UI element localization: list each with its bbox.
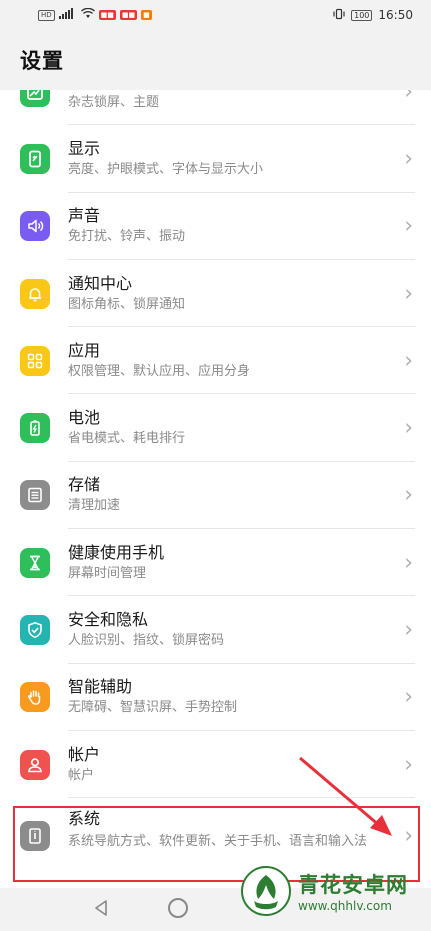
wifi-icon [80,7,95,22]
item-subtitle: 杂志锁屏、主题 [68,94,160,110]
settings-item-digital-balance[interactable]: 健康使用手机 屏幕时间管理 › [0,529,431,597]
item-subtitle: 人脸识别、指纹、锁屏密码 [68,633,225,649]
item-title: 系统 [68,809,101,829]
item-text: 安全和隐私 人脸识别、指纹、锁屏密码 [68,609,224,651]
chevron-right-icon: › [404,213,413,239]
item-title: 应用 [68,340,101,360]
watermark-text: 青花安卓网 www.qhhlv.com [298,869,408,913]
status-bar: HD ■■ ■■ ■ 100 16:50 [0,0,431,30]
wallpaper-icon [20,90,50,107]
page-title: 设置 [20,49,64,73]
display-icon [20,143,50,174]
item-text: 健康使用手机 屏幕时间管理 [68,542,164,584]
item-title: 声音 [68,206,101,226]
item-title: 通知中心 [68,273,133,293]
app-notification-icon-3: ■ [141,10,152,20]
chevron-right-icon: › [404,90,413,105]
account-icon [20,749,50,780]
chevron-right-icon: › [404,550,413,576]
watermark-logo-icon [241,865,291,916]
settings-list: 杂志锁屏、主题 › 显示 亮度、护眼模式、字体与显示大小 › 声音 免打扰、铃声… [0,90,431,888]
settings-item-sound[interactable]: 声音 免打扰、铃声、振动 › [0,193,431,260]
signal-icon [58,8,77,22]
home-icon[interactable] [168,898,188,918]
status-left: HD ■■ ■■ ■ [38,7,152,22]
item-title: 存储 [68,475,101,495]
item-text: 应用 权限管理、默认应用、应用分身 [68,340,250,382]
item-text: 存储 清理加速 [68,474,120,516]
settings-item-accessibility[interactable]: 智能辅助 无障碍、智慧识屏、手势控制 › [0,664,431,731]
hourglass-icon [20,547,50,578]
item-subtitle: 亮度、护眼模式、字体与显示大小 [68,161,264,177]
vibrate-icon [333,8,345,23]
settings-item-notification[interactable]: 通知中心 图标角标、锁屏通知 › [0,260,431,328]
item-title: 健康使用手机 [68,542,165,562]
hand-icon [20,682,50,713]
item-text: 智能辅助 无障碍、智慧识屏、手势控制 [68,676,237,718]
item-subtitle: 帐户 [68,767,95,783]
item-text: 显示 亮度、护眼模式、字体与显示大小 [68,138,263,180]
watermark-url: www.qhhlv.com [298,898,392,913]
settings-item-wallpaper[interactable]: 杂志锁屏、主题 › [0,90,431,126]
system-icon [20,821,50,852]
hd-badge: HD [38,9,55,21]
chevron-right-icon: › [404,482,413,508]
battery-icon [20,413,50,444]
item-title: 显示 [68,138,101,158]
item-text: 通知中心 图标角标、锁屏通知 [68,273,185,315]
item-text: 电池 省电模式、耗电排行 [68,407,185,449]
chevron-right-icon: › [404,348,413,374]
item-text: 帐户 帐户 [68,744,100,786]
chevron-right-icon: › [404,823,413,849]
app-notification-icon: ■■ [98,10,116,20]
settings-item-display[interactable]: 显示 亮度、护眼模式、字体与显示大小 › [0,125,431,193]
header: 设置 [0,30,431,90]
status-right: 100 16:50 [333,8,413,23]
back-icon[interactable] [92,898,110,922]
item-subtitle: 省电模式、耗电排行 [68,431,186,447]
item-subtitle: 免打扰、铃声、振动 [68,229,186,245]
chevron-right-icon: › [404,617,413,643]
chevron-right-icon: › [404,415,413,441]
bell-icon [20,278,50,309]
item-subtitle: 清理加速 [68,498,121,514]
chevron-right-icon: › [404,752,413,778]
shield-icon [20,615,50,646]
item-text: 系统 系统导航方式、软件更新、关于手机、语言和输入法 [68,808,388,853]
item-subtitle: 图标角标、锁屏通知 [68,296,186,312]
chevron-right-icon: › [404,281,413,307]
settings-item-storage[interactable]: 存储 清理加速 › [0,462,431,530]
apps-grid-icon [20,345,50,376]
item-text: 杂志锁屏、主题 [68,90,159,113]
item-subtitle: 无障碍、智慧识屏、手势控制 [68,700,238,716]
status-time: 16:50 [378,8,413,22]
item-title: 智能辅助 [68,677,133,697]
watermark-name: 青花安卓网 [298,872,408,897]
chevron-right-icon: › [404,146,413,172]
item-title: 安全和隐私 [68,610,149,630]
settings-item-security[interactable]: 安全和隐私 人脸识别、指纹、锁屏密码 › [0,596,431,664]
storage-icon [20,480,50,511]
item-title: 帐户 [68,744,101,764]
sound-icon [20,211,50,242]
battery-indicator: 100 [351,9,373,21]
item-text: 声音 免打扰、铃声、振动 [68,205,185,247]
settings-item-battery[interactable]: 电池 省电模式、耗电排行 › [0,395,431,462]
item-subtitle: 屏幕时间管理 [68,565,147,581]
chevron-right-icon: › [404,684,413,710]
item-subtitle: 权限管理、默认应用、应用分身 [68,363,251,379]
settings-item-accounts[interactable]: 帐户 帐户 › [0,731,431,799]
settings-item-apps[interactable]: 应用 权限管理、默认应用、应用分身 › [0,327,431,395]
watermark: 青花安卓网 www.qhhlv.com [240,850,431,931]
item-title: 电池 [68,408,101,428]
app-notification-icon-2: ■■ [119,10,138,20]
